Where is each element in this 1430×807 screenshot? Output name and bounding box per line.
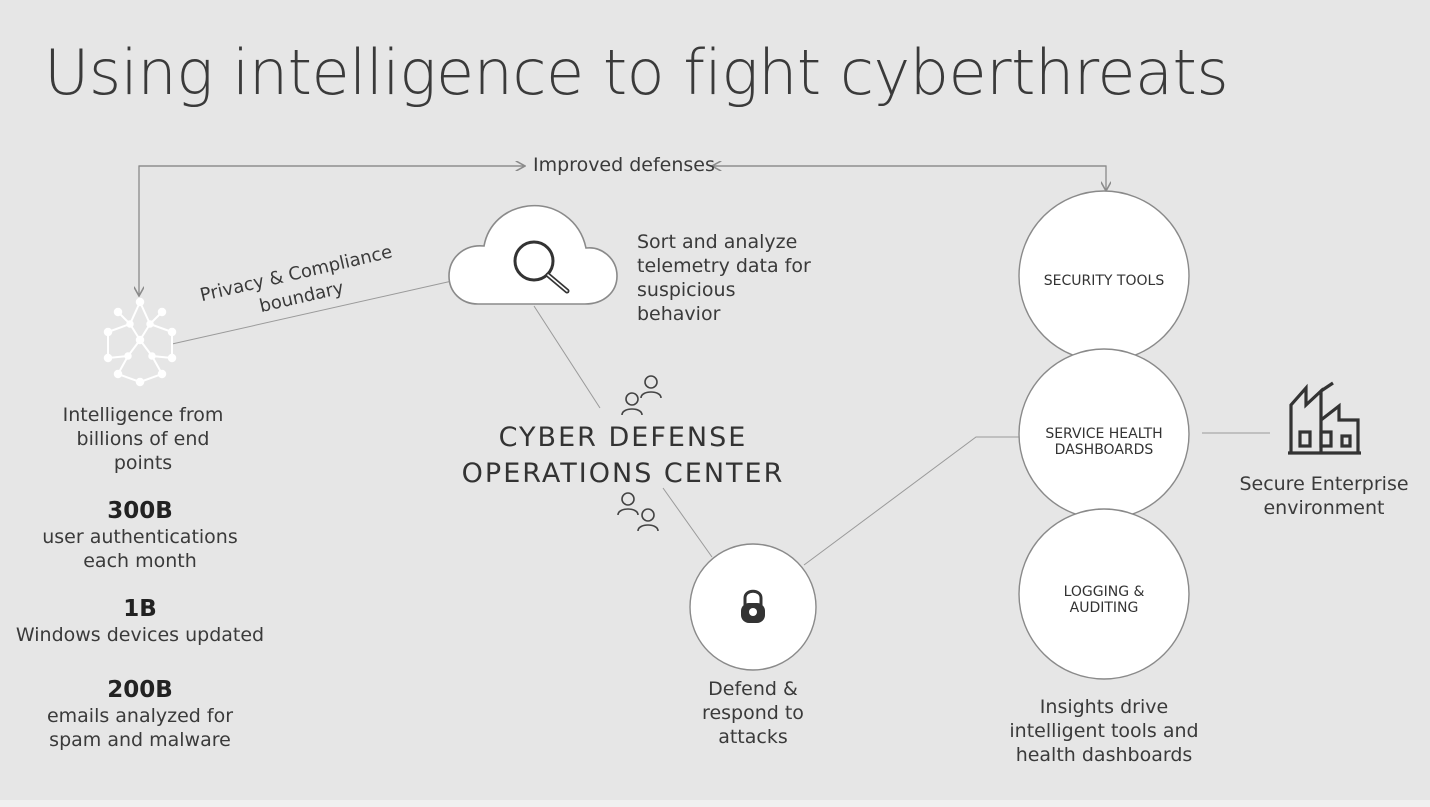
people-icon [617,492,659,532]
defend-label: Defend & respond to attacks [702,678,804,748]
people-icon [621,375,662,416]
stat-value: 1B [123,596,157,622]
insights-label: Insights drive intelligent tools and hea… [1009,696,1199,766]
cloud-icon [448,204,618,305]
improved-defenses-label: Improved defenses [533,154,715,176]
security-tools-label: SECURITY TOOLS [1043,273,1165,289]
intelligence-description: Intelligence from billions of end points [62,404,224,474]
cloud-description: Sort and analyze telemetry data for susp… [637,231,811,325]
page-title: Using intelligence to fight cyberthreats [44,36,1229,109]
center-title-line1: CYBER DEFENSE [498,422,748,453]
stat-label: emails analyzed for spam and malware [46,705,234,751]
stat-label: user authentications each month [42,526,238,572]
center-title-line2: OPERATIONS CENTER [461,458,785,489]
factory-icon [1288,381,1361,455]
stat-label: Windows devices updated [15,624,265,646]
enterprise-label: Secure Enterprise environment [1239,473,1409,519]
diagram-canvas: Using intelligence to fight cyberthreats… [0,0,1430,807]
defend-to-dashboards-line [803,436,1019,566]
network-nodes-icon [103,297,177,387]
service-health-label: SERVICE HEALTH DASHBOARDS [1045,426,1163,458]
center-to-defend-line [662,487,713,558]
footer-band [0,800,1430,807]
stat-value: 300B [107,498,173,524]
cloud-to-center-line [533,305,601,409]
logging-auditing-label: LOGGING & AUDITING [1063,584,1145,616]
stat-value: 200B [107,677,173,703]
